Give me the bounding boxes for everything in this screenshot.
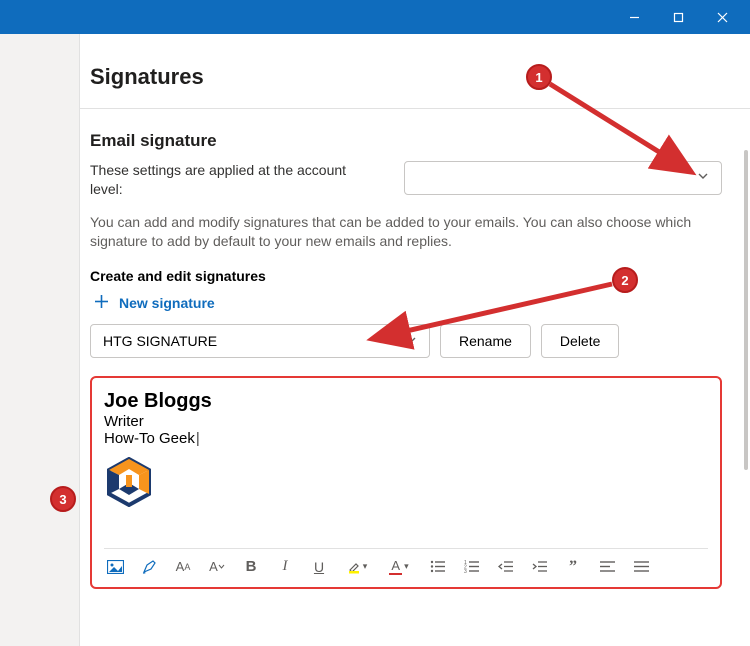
- section-heading-email-signature: Email signature: [90, 131, 722, 151]
- annotation-badge-3: 3: [50, 486, 76, 512]
- editor-toolbar: AA A B I U ▾ A▾: [104, 548, 708, 585]
- align-left-icon[interactable]: [596, 557, 618, 577]
- bullet-list-icon[interactable]: [426, 557, 448, 577]
- indent-icon[interactable]: [528, 557, 550, 577]
- new-signature-label: New signature: [119, 295, 215, 311]
- bold-icon[interactable]: B: [240, 557, 262, 577]
- numbered-list-icon[interactable]: 123: [460, 557, 482, 577]
- font-color-icon[interactable]: A▾: [384, 557, 414, 577]
- section-description: You can add and modify signatures that c…: [90, 213, 722, 252]
- font-size-decrease-icon[interactable]: A: [206, 557, 228, 577]
- account-level-label: These settings are applied at the accoun…: [90, 161, 380, 199]
- delete-button[interactable]: Delete: [541, 324, 619, 358]
- scrollbar[interactable]: [744, 150, 748, 470]
- format-painter-icon[interactable]: [138, 557, 160, 577]
- svg-text:3: 3: [464, 569, 467, 573]
- outdent-icon[interactable]: [494, 557, 516, 577]
- signature-role: Writer: [104, 413, 708, 430]
- underline-icon[interactable]: U: [308, 557, 330, 577]
- quote-icon[interactable]: ”: [562, 557, 584, 577]
- highlight-icon[interactable]: ▾: [342, 557, 372, 577]
- minimize-button[interactable]: [612, 0, 656, 34]
- font-size-increase-icon[interactable]: AA: [172, 557, 194, 577]
- signature-org: How-To Geek: [104, 430, 708, 447]
- plus-icon: [94, 294, 109, 312]
- signature-dropdown-value: HTG SIGNATURE: [103, 333, 217, 349]
- signature-dropdown[interactable]: HTG SIGNATURE: [90, 324, 430, 358]
- window-titlebar: [0, 0, 750, 34]
- close-button[interactable]: [700, 0, 744, 34]
- maximize-button[interactable]: [656, 0, 700, 34]
- signature-name: Joe Bloggs: [104, 390, 708, 413]
- annotation-badge-2: 2: [612, 267, 638, 293]
- navigation-rail: [0, 34, 80, 646]
- align-justify-icon[interactable]: [630, 557, 652, 577]
- signature-editor[interactable]: Joe Bloggs Writer How-To Geek: [90, 376, 722, 589]
- chevron-down-icon: [697, 169, 709, 187]
- new-signature-button[interactable]: New signature: [94, 294, 722, 312]
- italic-icon[interactable]: I: [274, 557, 296, 577]
- insert-image-icon[interactable]: [104, 557, 126, 577]
- chevron-down-icon: [405, 333, 417, 349]
- rename-button[interactable]: Rename: [440, 324, 531, 358]
- account-dropdown[interactable]: [404, 161, 722, 195]
- signature-logo: [104, 457, 708, 512]
- page-title: Signatures: [90, 64, 722, 90]
- annotation-badge-1: 1: [526, 64, 552, 90]
